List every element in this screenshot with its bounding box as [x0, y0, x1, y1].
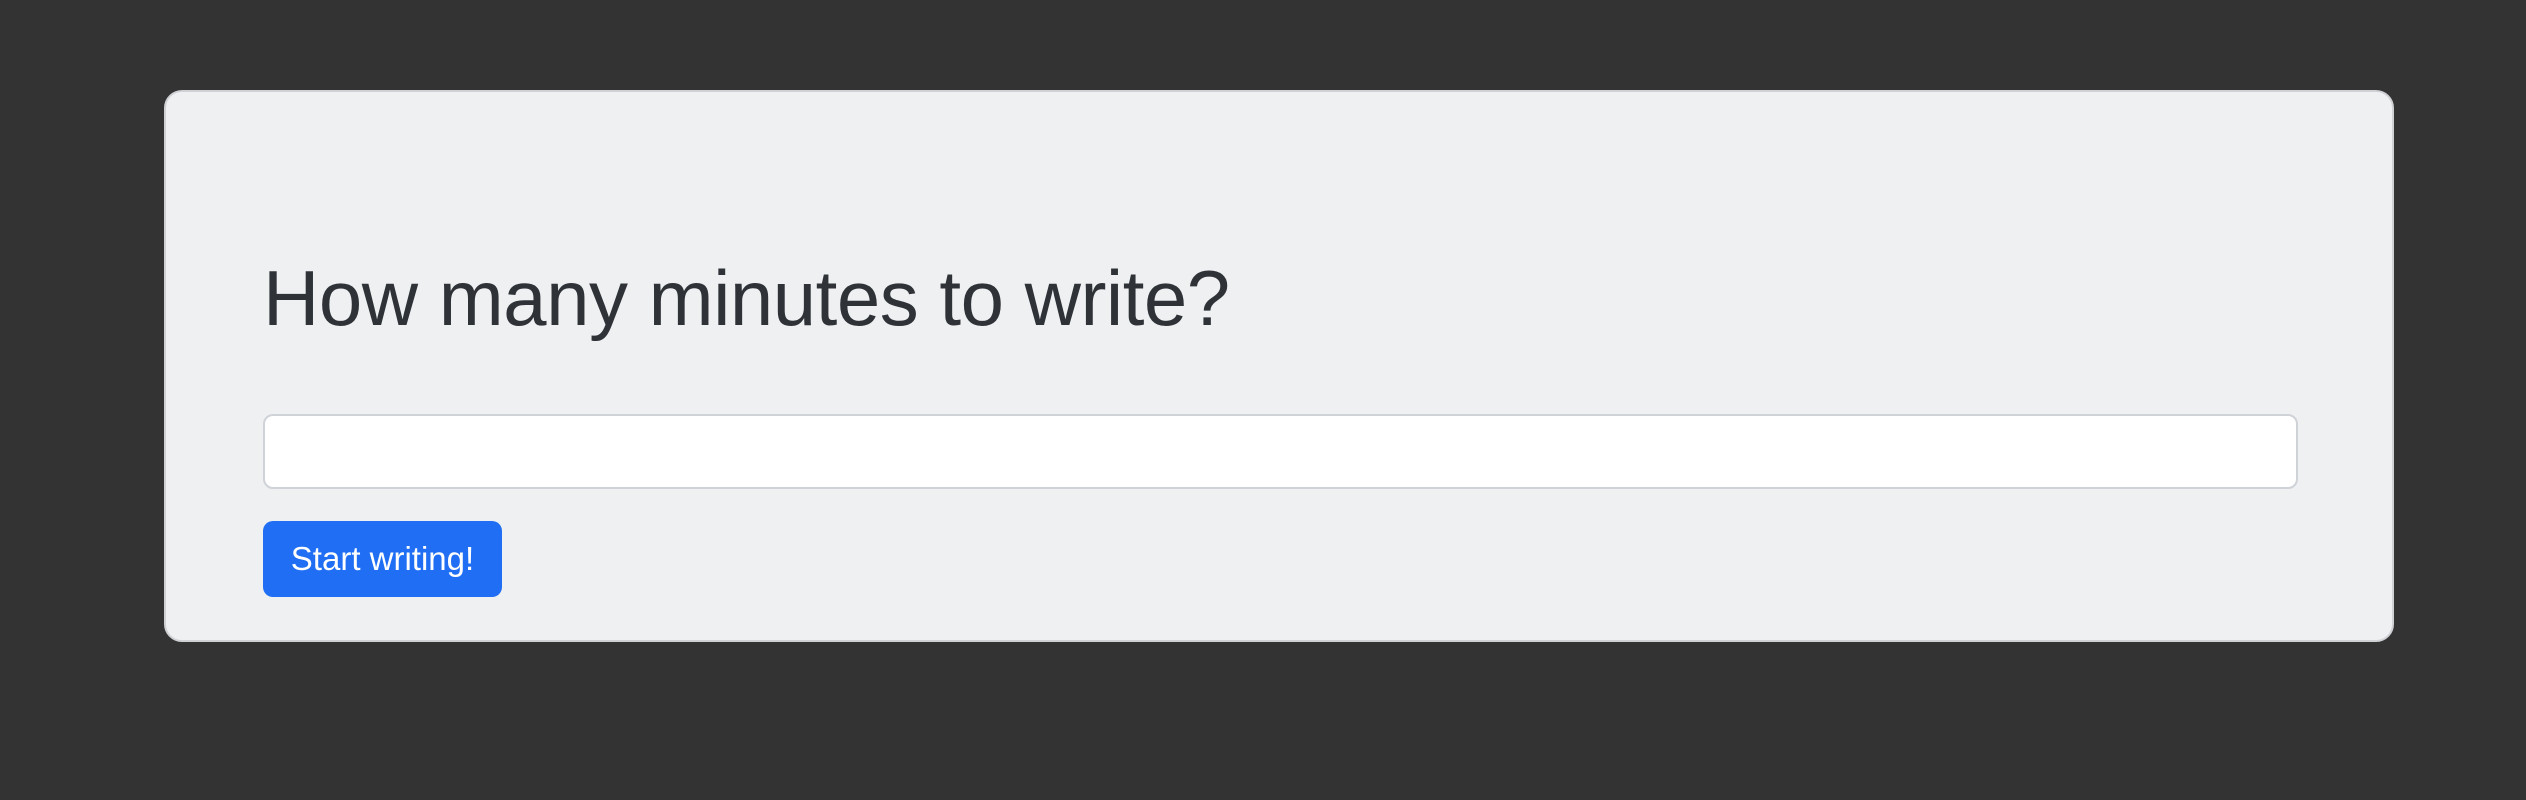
minutes-prompt-card: How many minutes to write? Start writing…: [164, 90, 2394, 642]
minutes-input[interactable]: [263, 414, 2298, 489]
start-writing-button[interactable]: Start writing!: [263, 521, 502, 597]
page-title: How many minutes to write?: [263, 254, 1230, 342]
